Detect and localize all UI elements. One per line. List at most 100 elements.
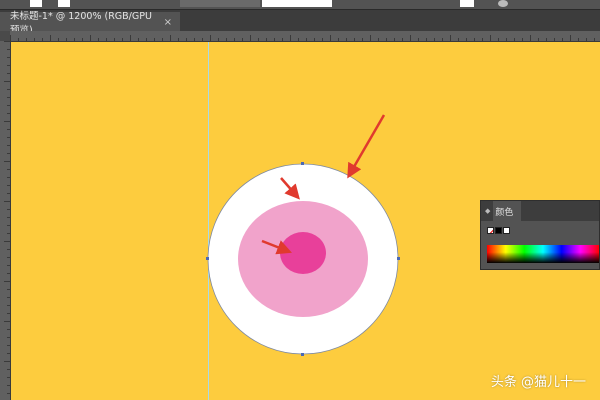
ruler-tick [378, 38, 379, 41]
ruler-tick [90, 35, 91, 41]
ruler-tick [530, 35, 531, 41]
ruler-tick [7, 89, 10, 90]
none-swatch[interactable] [487, 227, 494, 234]
ruler-tick [7, 145, 10, 146]
ruler-tick [250, 35, 251, 41]
ruler-tick [34, 38, 35, 41]
white-swatch[interactable] [503, 227, 510, 234]
ruler-tick [7, 353, 10, 354]
ruler-tick [50, 35, 51, 41]
ruler-tick [162, 38, 163, 41]
ruler-tick [7, 385, 10, 386]
ruler-tick [7, 265, 10, 266]
ruler-tick [450, 35, 451, 41]
ruler-tick [354, 38, 355, 41]
ruler-tick [4, 121, 10, 122]
ruler-tick [4, 81, 10, 82]
ruler-tick [170, 35, 171, 41]
ruler-tick [122, 38, 123, 41]
ruler-tick [4, 241, 10, 242]
arrow-annotation-right [347, 114, 386, 179]
brush-field[interactable] [262, 0, 332, 7]
black-swatch[interactable] [495, 227, 502, 234]
ruler-tick [7, 65, 10, 66]
ruler-tick [4, 281, 10, 282]
panel-collapse-icon[interactable]: ◆ [485, 207, 490, 215]
watermark: 头条 @猫儿十一 [490, 375, 586, 390]
ruler-tick [42, 38, 43, 41]
ruler-tick [426, 38, 427, 41]
ruler-tick [546, 38, 547, 41]
ruler-tick [570, 35, 571, 41]
ruler-tick [7, 129, 10, 130]
ruler-tick [178, 38, 179, 41]
ruler-tick [130, 35, 131, 41]
color-panel: ◆ 颜色 [480, 200, 600, 270]
ruler-tick [218, 38, 219, 41]
ruler-tick [7, 257, 10, 258]
stroke-swatch[interactable] [58, 0, 70, 7]
ruler-tick [7, 185, 10, 186]
ruler-tick [434, 38, 435, 41]
ruler-tick [7, 105, 10, 106]
ruler-tick [210, 35, 211, 41]
inner-magenta-ellipse[interactable] [280, 232, 326, 274]
ruler-tick [410, 35, 411, 41]
ruler-tick [418, 38, 419, 41]
ruler-tick [7, 393, 10, 394]
stroke-width-field[interactable] [180, 0, 260, 7]
ruler-tick [282, 38, 283, 41]
ruler-tick [402, 38, 403, 41]
ruler-tick [7, 217, 10, 218]
ruler-tick [7, 57, 10, 58]
ruler-tick [338, 38, 339, 41]
ruler-tick [586, 38, 587, 41]
ruler-tick [106, 38, 107, 41]
anchor-point-bottom[interactable] [301, 353, 304, 356]
ruler-tick [7, 225, 10, 226]
ruler-tick [482, 38, 483, 41]
ruler-tick [234, 38, 235, 41]
ruler-tick [290, 35, 291, 41]
ruler-tick [242, 38, 243, 41]
ruler-corner[interactable] [0, 31, 10, 41]
anchor-point-right[interactable] [397, 257, 400, 260]
ruler-tick [7, 169, 10, 170]
vertical-ruler[interactable] [0, 41, 11, 400]
ruler-tick [114, 38, 115, 41]
document-tab-bar: 未标题-1* @ 1200% (RGB/GPU 预览) × [0, 9, 600, 36]
anchor-point-left[interactable] [206, 257, 209, 260]
ruler-tick [7, 273, 10, 274]
ruler-tick [154, 38, 155, 41]
ruler-tick [7, 233, 10, 234]
ruler-tick [7, 305, 10, 306]
ruler-tick [7, 337, 10, 338]
ruler-tick [194, 38, 195, 41]
document-tab[interactable]: 未标题-1* @ 1200% (RGB/GPU 预览) × [0, 11, 180, 36]
fill-swatch[interactable] [30, 0, 42, 7]
ruler-tick [7, 49, 10, 50]
ruler-tick [7, 313, 10, 314]
ruler-tick [7, 377, 10, 378]
ruler-tick [394, 38, 395, 41]
ruler-tick [7, 297, 10, 298]
ruler-tick [306, 38, 307, 41]
color-panel-tab[interactable]: 颜色 [493, 201, 522, 221]
ruler-tick [386, 38, 387, 41]
ruler-tick [266, 38, 267, 41]
ruler-tick [74, 38, 75, 41]
ruler-tick [7, 369, 10, 370]
color-spectrum[interactable] [487, 245, 599, 263]
ruler-tick [7, 73, 10, 74]
ruler-tick [4, 321, 10, 322]
close-icon[interactable]: × [164, 17, 172, 28]
ruler-tick [274, 38, 275, 41]
ruler-tick [138, 38, 139, 41]
ruler-tick [4, 201, 10, 202]
style-swatch[interactable] [460, 0, 474, 7]
ruler-tick [7, 329, 10, 330]
horizontal-ruler[interactable] [10, 31, 600, 42]
ruler-tick [298, 38, 299, 41]
globe-icon[interactable] [498, 0, 508, 7]
anchor-point-top[interactable] [301, 162, 304, 165]
